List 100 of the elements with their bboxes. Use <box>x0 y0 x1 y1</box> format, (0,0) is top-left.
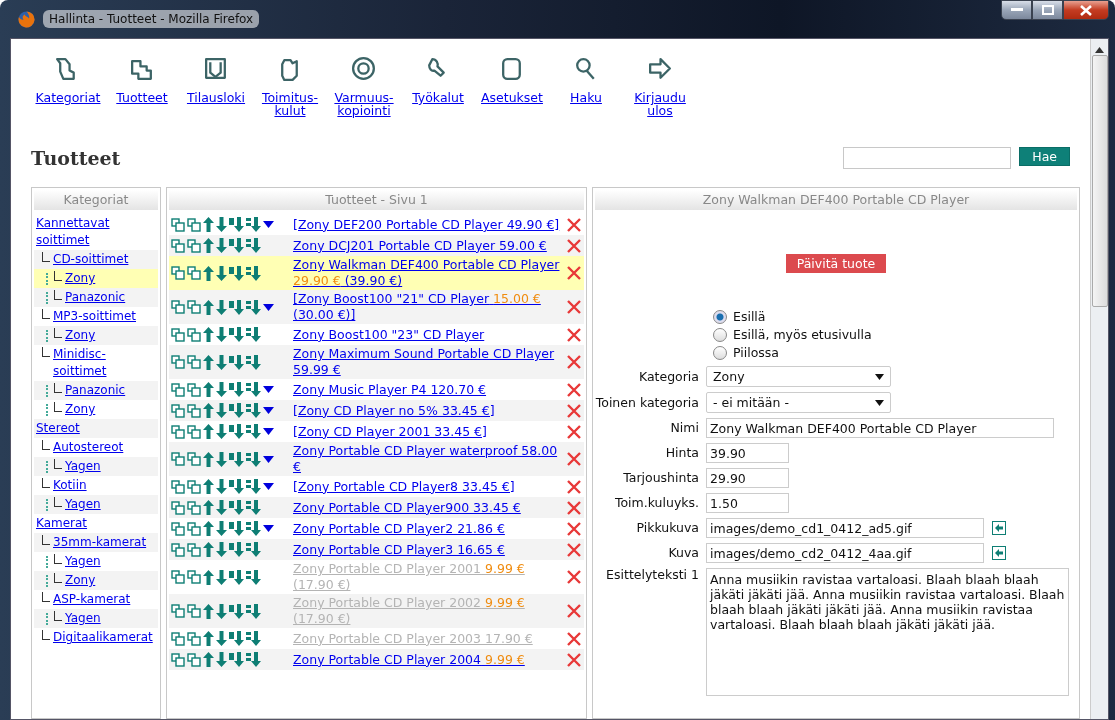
arrow-up-icon[interactable] <box>203 631 214 647</box>
copy-icon[interactable] <box>171 327 185 342</box>
price-field[interactable]: 39.90 <box>706 443 789 464</box>
sort-down-icon[interactable] <box>246 299 261 315</box>
arrow-up-icon[interactable] <box>203 382 214 398</box>
duplicate-icon[interactable] <box>187 542 201 557</box>
sort-down-icon[interactable] <box>229 569 244 585</box>
category-link[interactable]: Zony <box>65 269 96 289</box>
arrow-down-icon[interactable] <box>216 451 227 467</box>
arrow-up-icon[interactable] <box>203 265 214 281</box>
product-row[interactable]: Zony Walkman DEF400 Portable CD Player 29.90 € (39.90 €) <box>169 256 584 291</box>
nav-link[interactable]: Asetukset <box>481 91 543 105</box>
delete-icon[interactable] <box>566 299 582 316</box>
product-link[interactable]: [Zony Boost100 "21" CD Player 15.00 € (30.00 €)] <box>293 291 566 324</box>
product-link[interactable]: [Zony Portable CD Player8 33.45 €] <box>293 478 566 495</box>
sort-down-icon[interactable] <box>246 403 261 419</box>
product-link[interactable]: Zony Portable CD Player 2004 9.99 € <box>293 651 566 668</box>
delete-icon[interactable] <box>566 520 582 537</box>
arrow-down-icon[interactable] <box>216 569 227 585</box>
category-link[interactable]: ASP-kamerat <box>53 590 131 610</box>
arrow-down-icon[interactable] <box>216 652 227 668</box>
product-link[interactable]: Zony Portable CD Player3 16.65 € <box>293 541 566 558</box>
arrow-down-icon[interactable] <box>216 542 227 558</box>
sort-down-icon[interactable] <box>246 354 261 370</box>
duplicate-icon[interactable] <box>187 452 201 467</box>
arrow-down-icon[interactable] <box>216 500 227 516</box>
duplicate-icon[interactable] <box>187 570 201 585</box>
product-row[interactable]: [Zony Boost100 "21" CD Player 15.00 € (30.00 €)] <box>169 290 584 325</box>
sort-down-icon[interactable] <box>229 265 244 281</box>
copy-icon[interactable] <box>171 479 185 494</box>
nav-link[interactable]: Työkalut <box>412 91 464 105</box>
search-field[interactable] <box>843 147 1012 170</box>
radio-button[interactable] <box>713 309 727 324</box>
duplicate-icon[interactable] <box>187 217 201 232</box>
caret-down-icon[interactable] <box>263 455 274 463</box>
radio-button[interactable] <box>713 327 727 342</box>
sort-down-icon[interactable] <box>229 542 244 558</box>
arrow-up-icon[interactable] <box>203 542 214 558</box>
category-link[interactable]: Autostereot <box>53 438 124 458</box>
category-link[interactable]: Yagen <box>65 495 101 515</box>
caret-down-icon[interactable] <box>263 407 274 415</box>
price-field[interactable]: 29.90 <box>706 468 789 489</box>
nav-link[interactable]: Varmuus-kopiointi <box>334 91 394 118</box>
duplicate-icon[interactable] <box>187 382 201 397</box>
arrow-up-icon[interactable] <box>203 500 214 516</box>
product-link[interactable]: Zony Maximum Sound Portable CD Player 59.99 € <box>293 346 566 379</box>
duplicate-icon[interactable] <box>187 424 201 439</box>
sort-down-icon[interactable] <box>246 265 261 281</box>
duplicate-icon[interactable] <box>187 355 201 370</box>
arrow-left-icon[interactable] <box>992 521 1006 536</box>
image-path-field[interactable]: images/demo_cd1_0412_ad5.gif <box>706 518 984 539</box>
duplicate-icon[interactable] <box>187 300 201 315</box>
radio-button[interactable] <box>713 345 727 360</box>
product-link[interactable]: [Zony CD Player no 5% 33.45 €] <box>293 402 566 419</box>
category-select[interactable]: - ei mitään - <box>706 392 891 414</box>
duplicate-icon[interactable] <box>187 652 201 667</box>
caret-down-icon[interactable] <box>263 221 274 229</box>
target-icon[interactable] <box>350 55 378 83</box>
caret-down-icon[interactable] <box>263 386 274 394</box>
copy-icon[interactable] <box>171 521 185 536</box>
product-link[interactable]: Zony Portable CD Player waterproof 58.00 € <box>293 443 566 476</box>
copy-icon[interactable] <box>171 452 185 467</box>
sort-down-icon[interactable] <box>229 238 244 254</box>
sort-down-icon[interactable] <box>246 521 261 537</box>
product-link[interactable]: Zony Music Player P4 120.70 € <box>293 381 566 398</box>
sort-down-icon[interactable] <box>229 652 244 668</box>
caret-down-icon[interactable] <box>263 303 274 311</box>
sort-down-icon[interactable] <box>229 631 244 647</box>
category-link[interactable]: Panazonic <box>65 381 126 401</box>
product-row[interactable]: Zony Portable CD Player 2004 9.99 € <box>169 649 584 671</box>
arrow-up-icon[interactable] <box>203 424 214 440</box>
delete-icon[interactable] <box>566 326 582 343</box>
text-field[interactable]: Zony Walkman DEF400 Portable CD Player <box>706 418 1054 439</box>
arrow-up-icon[interactable] <box>203 652 214 668</box>
category-link[interactable]: Panazonic <box>65 288 126 308</box>
delete-icon[interactable] <box>566 451 582 468</box>
sort-down-icon[interactable] <box>246 217 261 233</box>
sort-down-icon[interactable] <box>246 631 261 647</box>
product-link[interactable]: Zony Boost100 "23" CD Player <box>293 326 566 343</box>
delete-icon[interactable] <box>566 499 582 516</box>
sort-down-icon[interactable] <box>229 424 244 440</box>
delete-icon[interactable] <box>566 603 582 620</box>
delete-icon[interactable] <box>566 423 582 440</box>
duplicate-icon[interactable] <box>187 604 201 619</box>
sort-down-icon[interactable] <box>229 479 244 495</box>
scroll-up-icon[interactable] <box>1095 47 1104 53</box>
category-link[interactable]: Minidisc-soittimet <box>53 345 156 382</box>
sort-down-icon[interactable] <box>246 569 261 585</box>
sort-down-icon[interactable] <box>229 354 244 370</box>
sort-down-icon[interactable] <box>229 382 244 398</box>
category-link[interactable]: Zony <box>65 400 96 420</box>
product-row[interactable]: Zony Maximum Sound Portable CD Player 59.99 € <box>169 345 584 380</box>
category-link[interactable]: Kotiin <box>53 476 87 496</box>
product-link[interactable]: Zony DCJ201 Portable CD Player 59.00 € <box>293 237 566 254</box>
arrow-left-icon[interactable] <box>992 546 1006 561</box>
arrow-up-icon[interactable] <box>203 354 214 370</box>
copy-icon[interactable] <box>171 266 185 281</box>
sort-down-icon[interactable] <box>229 603 244 619</box>
category-link[interactable]: Yagen <box>65 457 101 477</box>
copy-icon[interactable] <box>171 403 185 418</box>
